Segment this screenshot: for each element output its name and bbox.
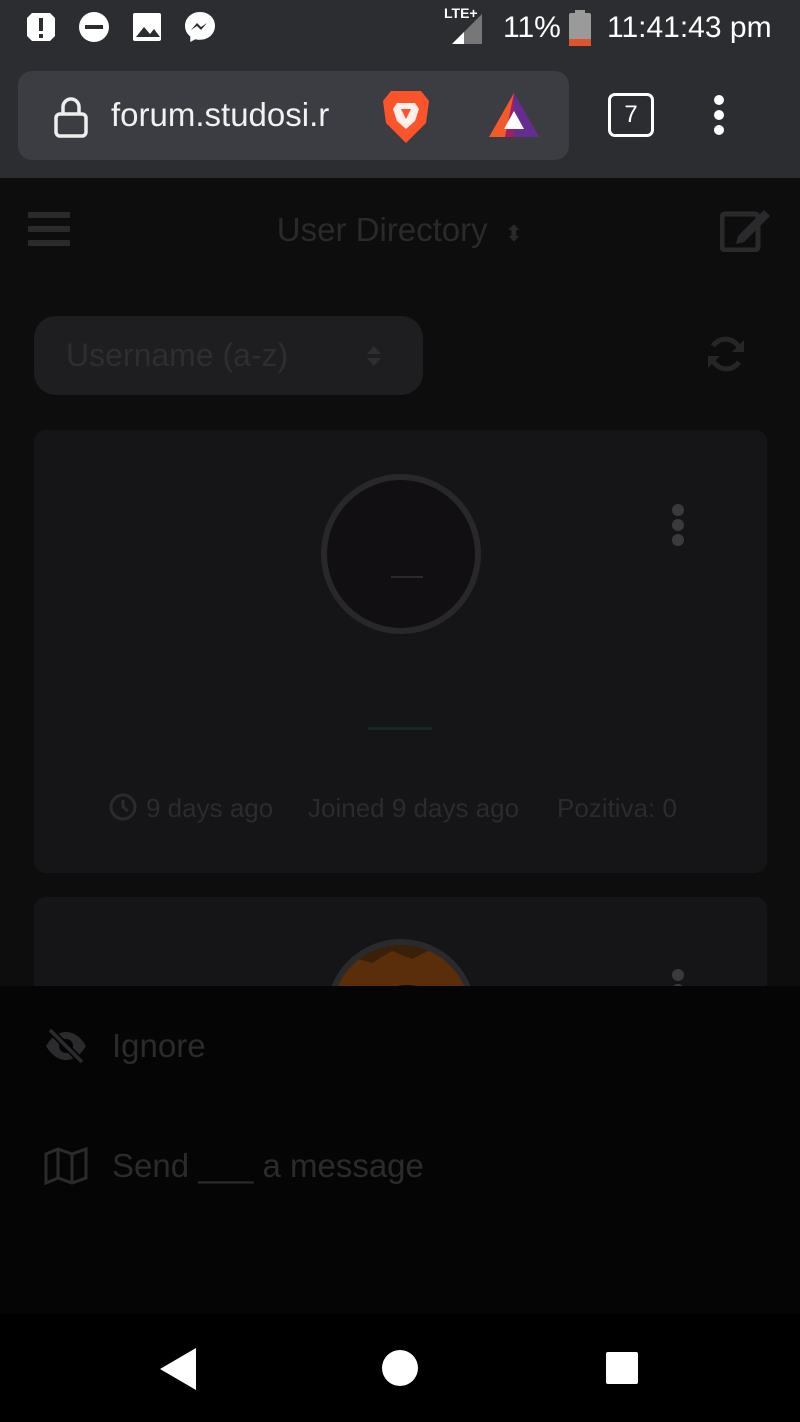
avatar-placeholder bbox=[391, 576, 423, 578]
signal-icon bbox=[452, 14, 482, 44]
overflow-menu-icon[interactable] bbox=[712, 94, 726, 136]
select-arrows-icon bbox=[367, 346, 381, 366]
address-bar[interactable]: forum.studosi.r bbox=[18, 71, 569, 160]
brave-rewards-icon[interactable] bbox=[487, 91, 541, 139]
clock-icon bbox=[109, 793, 137, 821]
user-card[interactable]: 9 days ago Joined 9 days ago Pozitiva: 0 bbox=[34, 430, 767, 873]
joined-text: Joined 9 days ago bbox=[308, 793, 520, 823]
refresh-icon[interactable] bbox=[706, 334, 746, 374]
do-not-disturb-icon bbox=[79, 12, 109, 42]
sort-arrows-icon: ⬍ bbox=[504, 221, 524, 246]
compose-icon[interactable] bbox=[720, 206, 772, 252]
ignore-label: Ignore bbox=[112, 1027, 206, 1064]
user-options-icon[interactable] bbox=[672, 969, 684, 986]
messenger-icon bbox=[185, 12, 215, 42]
user-card[interactable] bbox=[34, 897, 767, 986]
page-content: User Directory ⬍ Username (a-z) 9 days a… bbox=[0, 178, 800, 986]
battery-percent: 11% bbox=[503, 11, 561, 44]
ignore-menu-item[interactable]: Ignore bbox=[0, 996, 800, 1096]
avatar-image bbox=[332, 949, 470, 986]
sort-select[interactable]: Username (a-z) bbox=[34, 316, 423, 395]
send-message-label: Send ___ a message bbox=[112, 1147, 424, 1184]
clock: 11:41:43 pm bbox=[607, 11, 772, 44]
image-icon bbox=[133, 13, 161, 41]
lock-icon[interactable] bbox=[53, 96, 89, 138]
brave-shields-icon[interactable] bbox=[381, 87, 431, 145]
browser-toolbar: forum.studosi.r 7 bbox=[0, 56, 800, 178]
tab-switcher-button[interactable]: 7 bbox=[608, 93, 654, 137]
last-seen-text: 9 days ago bbox=[146, 793, 274, 823]
status-bar: LTE+ 11% 11:41:43 pm bbox=[0, 0, 800, 56]
map-icon bbox=[44, 1146, 88, 1186]
system-navigation-bar bbox=[0, 1314, 800, 1422]
username-placeholder[interactable] bbox=[368, 727, 432, 730]
avatar[interactable] bbox=[321, 474, 481, 634]
alert-icon bbox=[27, 13, 55, 41]
battery-icon bbox=[569, 10, 591, 46]
avatar[interactable] bbox=[326, 939, 476, 986]
page-title-text: User Directory bbox=[276, 211, 488, 248]
page-title[interactable]: User Directory ⬍ bbox=[0, 208, 800, 256]
sort-select-value: Username (a-z) bbox=[66, 337, 289, 373]
recents-button[interactable] bbox=[605, 1351, 639, 1385]
home-button[interactable] bbox=[381, 1349, 419, 1387]
user-options-icon[interactable] bbox=[672, 504, 684, 549]
back-button[interactable] bbox=[158, 1346, 198, 1392]
reputation-text: Pozitiva: 0 bbox=[557, 793, 677, 823]
url-text[interactable]: forum.studosi.r bbox=[111, 93, 329, 137]
eye-slash-icon bbox=[46, 1027, 86, 1065]
send-message-menu-item[interactable]: Send ___ a message bbox=[0, 1116, 800, 1216]
user-actions-sheet: Ignore Send ___ a message bbox=[0, 986, 800, 1314]
